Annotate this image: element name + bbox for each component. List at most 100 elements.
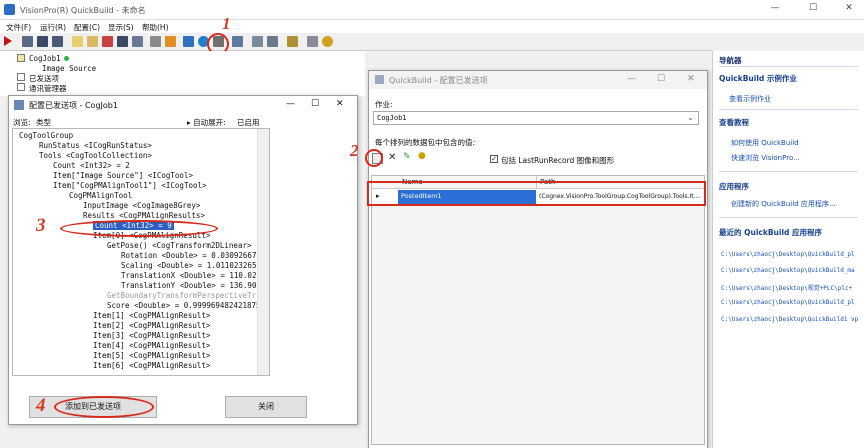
- edit-item-icon[interactable]: ✎: [403, 152, 411, 162]
- save-as-icon[interactable]: [52, 36, 63, 47]
- browse-label: 浏览:: [13, 118, 31, 127]
- settings-icon[interactable]: [183, 36, 194, 47]
- document-icon[interactable]: [307, 36, 318, 47]
- tree-node[interactable]: Item[4] <CogPMAlignResult>: [93, 341, 210, 350]
- tree-node[interactable]: Item[6] <CogPMAlignResult>: [93, 361, 210, 370]
- close-button[interactable]: ✕: [836, 3, 862, 17]
- tree-job[interactable]: CogJob1: [29, 54, 61, 63]
- new-icon[interactable]: [22, 36, 33, 47]
- tutorials-heading: 查看教程: [719, 118, 749, 127]
- quickbuild-dialog-title: QuickBuild - 配置已发送项: [389, 76, 488, 85]
- applications-heading: 应用程序: [719, 182, 749, 191]
- tree-node[interactable]: Score <Double> = 0.999969482421875: [107, 301, 261, 310]
- quick-tour-link[interactable]: 快速浏览 VisionPro...: [731, 153, 800, 163]
- tree-node[interactable]: Item["Image Source"] <ICogTool>: [53, 171, 193, 180]
- sample-jobs-heading: QuickBuild 示例作业: [719, 74, 797, 83]
- window-title: VisionPro(R) QuickBuild - 未命名: [20, 6, 146, 15]
- menu-run[interactable]: 运行(R): [40, 22, 66, 33]
- delete-item-icon[interactable]: ✕: [388, 152, 396, 163]
- help-icon[interactable]: [322, 36, 333, 47]
- recent-app-link[interactable]: C:\Users\zhaocj\Desktop\视觉+PLC\plc+: [721, 283, 852, 292]
- config-dialog-maximize-button[interactable]: ☐: [311, 99, 319, 109]
- divider: [719, 66, 858, 67]
- annotation-2-rect: [367, 181, 706, 206]
- copy-icon[interactable]: [132, 36, 143, 47]
- view-sample-jobs-link[interactable]: 查看示例作业: [729, 94, 771, 104]
- config-posted-items-dialog: 配置已发送项 - CogJob1 — ☐ ✕ 浏览: 类型 ▸ 自动展开: 已启…: [8, 95, 358, 425]
- job-select[interactable]: CogJob1 ⌄: [373, 111, 699, 125]
- table-icon[interactable]: [267, 36, 278, 47]
- tree-node[interactable]: Results <CogPMAlignResults>: [83, 211, 205, 220]
- main-title-bar: VisionPro(R) QuickBuild - 未命名 — ☐ ✕: [0, 0, 864, 20]
- tree-node[interactable]: InputImage <CogImage8Grey>: [83, 201, 200, 210]
- run-icon[interactable]: [4, 36, 12, 46]
- tree-node[interactable]: TranslationX <Double> = 110.026132: [121, 271, 269, 280]
- menu-bar: 文件(F) 运行(R) 配置(C) 显示(S) 帮助(H): [0, 20, 864, 33]
- grid-icon[interactable]: [232, 36, 243, 47]
- tree-node[interactable]: Item[1] <CogPMAlignResult>: [93, 311, 210, 320]
- maximize-button[interactable]: ☐: [800, 3, 826, 17]
- tree-image-source[interactable]: Image Source: [42, 64, 96, 73]
- job-tree: CogJob1 Image Source 已发送项 通讯管理器: [0, 51, 365, 96]
- qb-dialog-minimize-button[interactable]: —: [627, 74, 636, 84]
- annotation-1-label: 1: [222, 14, 231, 33]
- menu-help[interactable]: 帮助(H): [142, 22, 169, 33]
- divider: [719, 109, 858, 110]
- folder-icon[interactable]: [87, 36, 98, 47]
- config-dialog-title: 配置已发送项 - CogJob1: [29, 101, 118, 110]
- config-dialog-title-bar: 配置已发送项 - CogJob1 — ☐ ✕: [9, 96, 357, 114]
- chart-icon[interactable]: [287, 36, 298, 47]
- menu-config[interactable]: 配置(C): [74, 22, 100, 33]
- minimize-button[interactable]: —: [762, 3, 788, 17]
- tree-node[interactable]: Scaling <Double> = 1.0110232652513: [121, 261, 269, 270]
- open-icon[interactable]: [72, 36, 83, 47]
- list-icon[interactable]: [252, 36, 263, 47]
- menu-file[interactable]: 文件(F): [6, 22, 31, 33]
- tree-node[interactable]: RunStatus <ICogRunStatus>: [39, 141, 152, 150]
- tree-node[interactable]: Item[5] <CogPMAlignResult>: [93, 351, 210, 360]
- posted-items-icon: [17, 73, 25, 81]
- tree-node[interactable]: CogPMAlignTool: [69, 191, 132, 200]
- divider: [719, 217, 858, 218]
- import-icon[interactable]: [150, 36, 161, 47]
- comm-manager-icon: [17, 83, 25, 91]
- annotation-3-label: 3: [36, 215, 46, 236]
- close-dialog-button[interactable]: 关闭: [225, 396, 307, 418]
- tree-node[interactable]: GetPose() <CogTransform2DLinear>: [107, 241, 252, 250]
- tree-comm-manager[interactable]: 通讯管理器: [29, 83, 67, 94]
- menu-view[interactable]: 显示(S): [108, 22, 134, 33]
- annotation-2-label: 2: [350, 141, 359, 160]
- tree-node[interactable]: TranslationY <Double> = 136.904367: [121, 281, 269, 290]
- config-dialog-close-button[interactable]: ✕: [336, 99, 344, 109]
- tree-node[interactable]: CogToolGroup: [19, 131, 73, 140]
- divider: [719, 171, 858, 172]
- tree-node[interactable]: Item["CogPMAlignTool1"] <ICogTool>: [53, 181, 207, 190]
- type-tree-view[interactable]: CogToolGroup RunStatus <ICogRunStatus> T…: [12, 128, 270, 376]
- cut-icon[interactable]: [102, 36, 113, 47]
- tree-vertical-scrollbar[interactable]: [257, 129, 269, 375]
- create-app-link[interactable]: 创建新的 QuickBuild 应用程序...: [731, 199, 836, 209]
- help-icon[interactable]: ●: [418, 151, 426, 161]
- tree-node[interactable]: Count <Int32> = 2: [53, 161, 130, 170]
- recent-app-link[interactable]: C:\Users\zhaocj\Desktop\QuickBuild_pl: [721, 299, 855, 306]
- browse-select[interactable]: 类型: [36, 117, 51, 128]
- recent-app-link[interactable]: C:\Users\zhaocj\Desktop\QuickBuild1 vp: [721, 316, 858, 323]
- disk-icon[interactable]: [117, 36, 128, 47]
- tree-node[interactable]: GetBoundaryTransformPerspectiveTr: [107, 291, 256, 300]
- qb-dialog-maximize-button[interactable]: ☐: [657, 74, 665, 84]
- quickbuild-posted-items-dialog: QuickBuild - 配置已发送项 — ☐ ✕ 作业: CogJob1 ⌄ …: [368, 70, 708, 448]
- export-icon[interactable]: [165, 36, 176, 47]
- tree-node[interactable]: Tools <CogToolCollection>: [39, 151, 152, 160]
- tree-node[interactable]: Item[3] <CogPMAlignResult>: [93, 331, 210, 340]
- recent-app-link[interactable]: C:\Users\zhaocj\Desktop\QuickBuild_ma: [721, 267, 855, 274]
- how-to-use-link[interactable]: 如何使用 QuickBuild: [731, 138, 799, 148]
- qb-dialog-close-button[interactable]: ✕: [687, 74, 695, 84]
- auto-expand-select[interactable]: 已启用: [237, 117, 260, 128]
- include-lastrun-checkbox[interactable]: ✓: [490, 155, 498, 163]
- recent-app-link[interactable]: C:\Users\zhaocj\Desktop\QuickBuild_pl: [721, 251, 855, 258]
- config-dialog-minimize-button[interactable]: —: [286, 99, 295, 109]
- save-icon[interactable]: [37, 36, 48, 47]
- status-dot-icon: [64, 56, 69, 61]
- tree-node[interactable]: Rotation <Double> = 0.0309266714021: [121, 251, 269, 260]
- tree-node[interactable]: Item[2] <CogPMAlignResult>: [93, 321, 210, 330]
